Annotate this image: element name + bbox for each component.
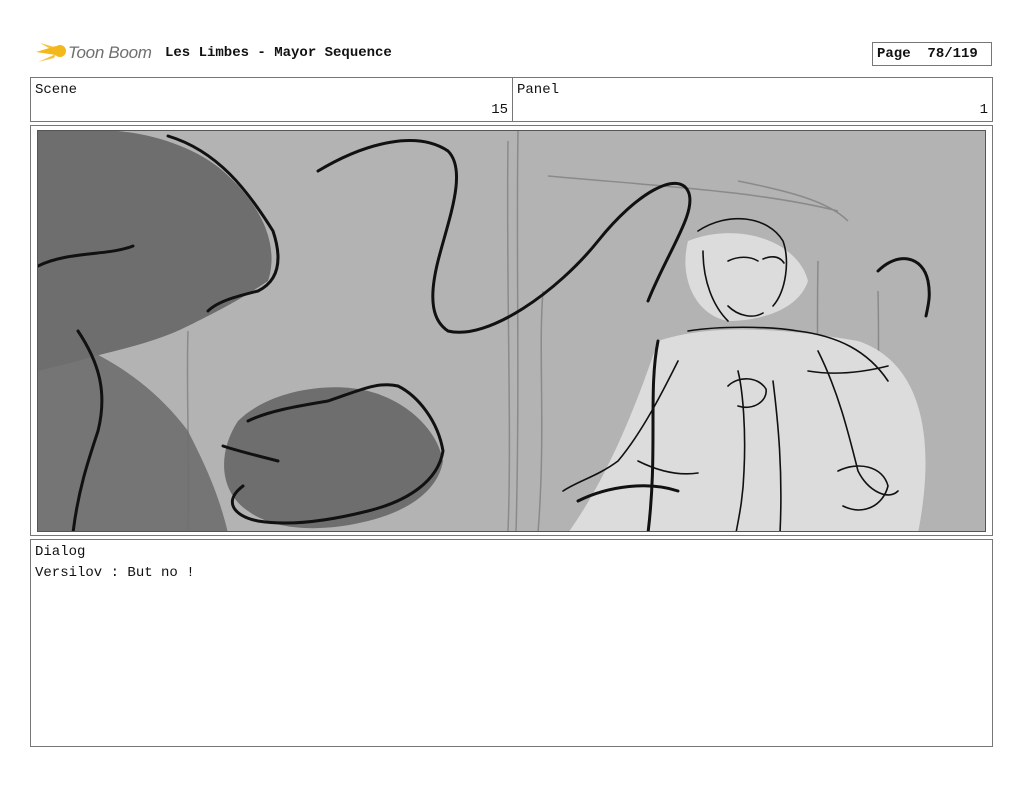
panel-frame-container bbox=[30, 125, 993, 536]
scene-number: 15 bbox=[491, 102, 508, 118]
storyboard-frame bbox=[37, 130, 986, 532]
page-label: Page bbox=[877, 46, 911, 62]
dialog-label: Dialog bbox=[35, 544, 86, 560]
storyboard-sketch-icon bbox=[38, 131, 985, 531]
scene-cell: Scene 15 bbox=[31, 78, 513, 121]
dialog-line: Versilov : But no ! bbox=[35, 565, 195, 581]
page-indicator: Page 78/119 bbox=[872, 42, 992, 66]
scene-label: Scene bbox=[35, 82, 78, 98]
document-title: Les Limbes - Mayor Sequence bbox=[165, 45, 392, 61]
logo-wordmark: Toon Boom bbox=[68, 43, 152, 62]
panel-cell: Panel 1 bbox=[513, 78, 992, 121]
page-number: 78/119 bbox=[927, 46, 978, 62]
panel-number: 1 bbox=[979, 102, 988, 118]
scene-panel-row: Scene 15 Panel 1 bbox=[30, 77, 993, 122]
dialog-box: Dialog Versilov : But no ! bbox=[30, 539, 993, 747]
panel-label: Panel bbox=[517, 82, 560, 98]
